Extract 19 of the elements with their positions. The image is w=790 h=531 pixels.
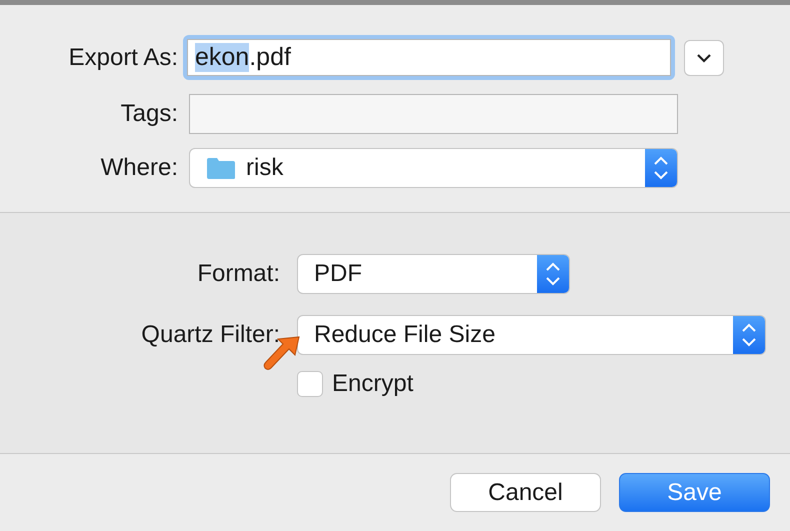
- stepper-icon: [645, 149, 677, 187]
- quartz-filter-popup[interactable]: Reduce File Size: [297, 315, 766, 355]
- cancel-button[interactable]: Cancel: [450, 473, 601, 512]
- stepper-icon: [537, 255, 569, 293]
- checkbox-label: Encrypt: [332, 370, 414, 398]
- location-popup[interactable]: risk: [189, 148, 678, 188]
- expand-button[interactable]: [684, 40, 724, 76]
- field-label: Where:: [100, 154, 178, 182]
- field-label: Quartz Filter:: [140, 321, 280, 349]
- format-popup[interactable]: PDF: [297, 254, 570, 294]
- file-name-field[interactable]: ekon.pdf: [187, 39, 671, 76]
- field-label: Export As:: [68, 44, 178, 72]
- chevron-down-icon: [696, 52, 712, 62]
- field-label: Tags:: [120, 100, 178, 128]
- field-label: Format:: [196, 260, 280, 288]
- encrypt-checkbox[interactable]: [297, 371, 323, 397]
- folder-icon: [206, 156, 236, 180]
- stepper-icon: [733, 316, 765, 354]
- tags-field[interactable]: [189, 94, 678, 134]
